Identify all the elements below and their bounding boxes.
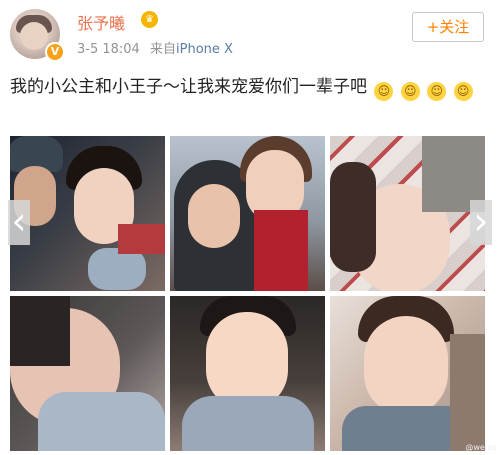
post-text: 我的小公主和小王子～让我来宠爱你们一辈子吧 ☺ ☺ ☺ ☺ <box>10 74 495 101</box>
chevron-right-icon[interactable]: › <box>470 200 492 245</box>
watermark: @weibo <box>465 443 497 452</box>
username[interactable]: 张予曦 <box>77 10 125 34</box>
follow-button[interactable]: +关注 <box>412 12 484 42</box>
vip-crown-icon: ♛ <box>141 11 158 28</box>
avatar-face <box>20 22 48 50</box>
photo-6[interactable] <box>330 296 485 451</box>
photo-2[interactable] <box>170 136 325 291</box>
post-meta: 3-5 18:04 来自iPhone X <box>77 38 233 57</box>
verified-badge-icon: V <box>45 42 65 62</box>
photo-4[interactable] <box>10 296 165 451</box>
source-prefix: 来自 <box>149 42 176 57</box>
chevron-left-icon[interactable]: ‹ <box>8 200 30 245</box>
photo-1[interactable] <box>10 136 165 291</box>
blushing-face-emoji: ☺ <box>427 82 447 101</box>
blushing-face-emoji: ☺ <box>453 82 473 101</box>
photo-3[interactable] <box>330 136 485 291</box>
blushing-face-emoji: ☺ <box>374 82 394 101</box>
photo-5[interactable] <box>170 296 325 451</box>
post-body: 我的小公主和小王子～让我来宠爱你们一辈子吧 <box>10 77 367 97</box>
blushing-face-emoji: ☺ <box>400 82 420 101</box>
post-time: 3-5 18:04 <box>77 42 140 57</box>
post-source[interactable]: iPhone X <box>176 42 233 57</box>
